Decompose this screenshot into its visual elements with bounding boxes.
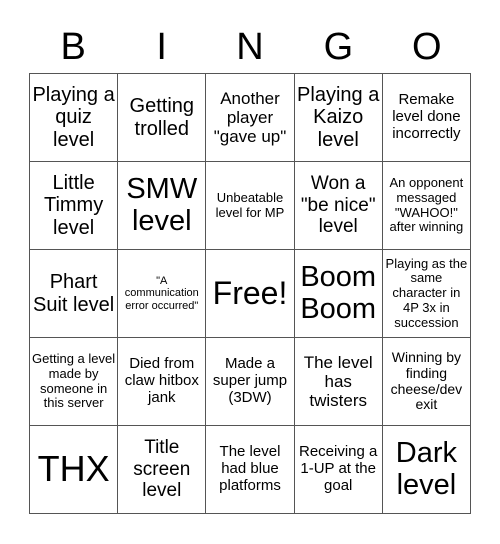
bingo-cell[interactable]: Died from claw hitbox jank — [118, 338, 207, 426]
bingo-cell[interactable]: Made a super jump (3DW) — [206, 338, 295, 426]
bingo-cell[interactable]: Phart Suit level — [30, 250, 119, 338]
bingo-cell[interactable]: Unbeatable level for MP — [206, 162, 295, 250]
bingo-cell[interactable]: Remake level done incorrectly — [382, 74, 471, 162]
bingo-cell[interactable]: An opponent messaged "WAHOO!" after winn… — [382, 162, 471, 250]
header-letter-i: I — [156, 26, 167, 68]
bingo-header: B I N G O — [29, 22, 471, 72]
bingo-cell[interactable]: The level had blue platforms — [206, 426, 295, 514]
bingo-cell[interactable]: THX — [30, 426, 119, 514]
bingo-cell[interactable]: Dark level — [382, 426, 471, 514]
bingo-cell[interactable]: Playing as the same character in 4P 3x i… — [382, 250, 471, 338]
free-space-cell[interactable]: Free! — [206, 250, 295, 338]
bingo-cell[interactable]: Getting trolled — [118, 74, 207, 162]
bingo-cell[interactable]: Won a "be nice" level — [294, 162, 383, 250]
bingo-cell[interactable]: "A communication error occurred" — [118, 250, 207, 338]
bingo-cell[interactable]: Winning by finding cheese/dev exit — [382, 338, 471, 426]
bingo-cell[interactable]: Receiving a 1-UP at the goal — [294, 426, 383, 514]
bingo-cell[interactable]: The level has twisters — [294, 338, 383, 426]
bingo-cell[interactable]: Playing a quiz level — [30, 74, 119, 162]
bingo-cell[interactable]: Title screen level — [118, 426, 207, 514]
bingo-cell[interactable]: Another player "gave up" — [206, 74, 295, 162]
bingo-grid: Playing a quiz level Getting trolled Ano… — [29, 73, 471, 514]
bingo-cell[interactable]: Getting a level made by someone in this … — [30, 338, 119, 426]
bingo-cell[interactable]: SMW level — [118, 162, 207, 250]
bingo-cell[interactable]: Playing a Kaizo level — [294, 74, 383, 162]
bingo-cell[interactable]: Little Timmy level — [30, 162, 119, 250]
header-letter-g: G — [323, 26, 354, 68]
header-letter-b: B — [60, 26, 86, 68]
header-letter-o: O — [412, 26, 442, 68]
header-letter-n: N — [236, 26, 264, 68]
bingo-cell[interactable]: Boom Boom — [294, 250, 383, 338]
